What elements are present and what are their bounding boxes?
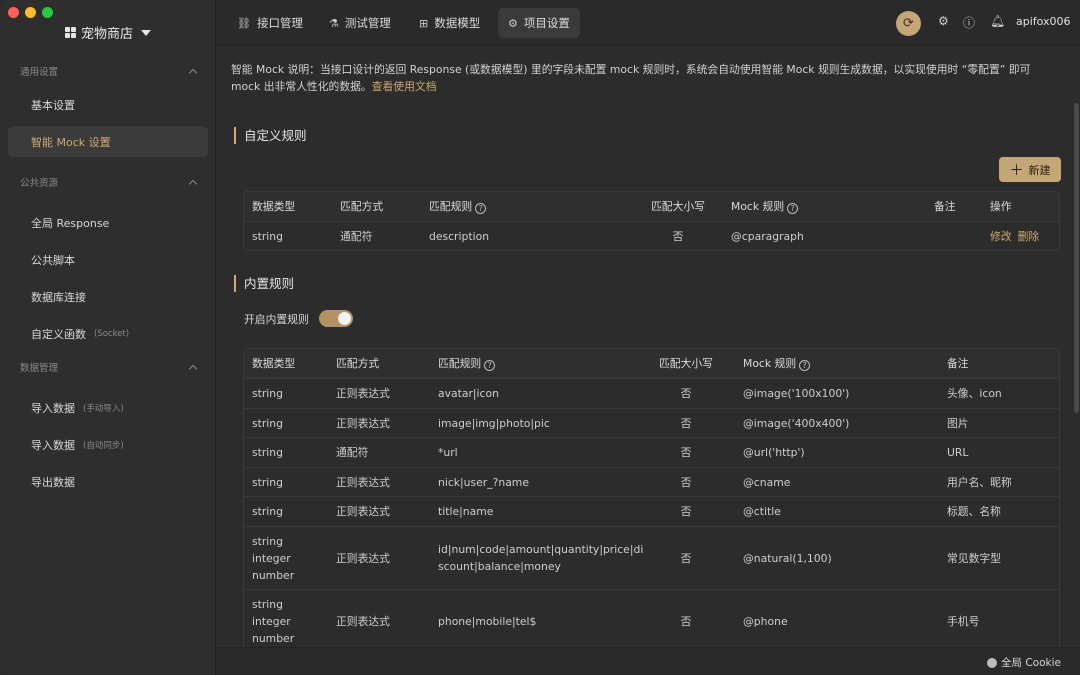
- nav-group-data: 数据管理 导入数据 (手动导入) 导入数据 (自动同步) 导出数据: [0, 357, 216, 497]
- doc-link[interactable]: 查看使用文档: [372, 80, 437, 93]
- tab-api-management[interactable]: ⛓ 接口管理: [227, 8, 313, 38]
- flask-icon: ⚗: [329, 16, 339, 30]
- chevron-up-icon: [188, 179, 198, 189]
- delete-link[interactable]: 删除: [1018, 230, 1040, 243]
- nav-group-public: 公共资源 全局 Response 公共脚本 数据库连接 自定义函数 (Socket…: [0, 172, 216, 349]
- close-window-button[interactable]: [8, 7, 19, 18]
- sync-icon: ⟳: [903, 16, 914, 31]
- group-title[interactable]: 通用设置: [0, 61, 216, 81]
- section-title-builtin: 内置规则: [234, 275, 294, 292]
- builtin-toggle-row: 开启内置规则: [244, 310, 353, 327]
- top-bar: ⛓ 接口管理 ⚗ 测试管理 ⊞ 数据模型 ⚙ 项目设置 ⟳ ⚙ ⓘ 🔔︎ api…: [216, 0, 1080, 46]
- builtin-rules-table: 数据类型 匹配方式 匹配规则? 匹配大小写 Mock 规则? 备注 string…: [243, 348, 1060, 647]
- chevron-up-icon: [188, 68, 198, 78]
- status-bar: 全局 Cookie: [216, 647, 1080, 675]
- scrollbar[interactable]: [1072, 47, 1080, 647]
- sidebar-item-custom-functions[interactable]: 自定义函数 (Socket): [8, 318, 208, 349]
- table-row: string 正则表达式 image|img|photo|pic 否 @imag…: [244, 408, 1059, 437]
- custom-rules-table: 数据类型 匹配方式 匹配规则? 匹配大小写 Mock 规则? 备注 操作 str…: [243, 191, 1060, 251]
- window-controls: [8, 7, 53, 18]
- table-row: string 正则表达式 title|name 否 @ctitle 标题、名称: [244, 496, 1059, 526]
- nav-group-general: 通用设置 基本设置 智能 Mock 设置: [0, 61, 216, 157]
- sidebar-item-import-manual[interactable]: 导入数据 (手动导入): [8, 392, 208, 423]
- sync-button[interactable]: ⟳: [896, 11, 921, 36]
- caret-down-icon: [141, 29, 151, 36]
- help-icon[interactable]: ⓘ: [963, 14, 975, 31]
- table-row: string 通配符 description 否 @cparagraph 修改删…: [244, 221, 1059, 250]
- group-title[interactable]: 公共资源: [0, 172, 216, 192]
- sidebar-item-public-scripts[interactable]: 公共脚本: [8, 244, 208, 275]
- global-cookie-button[interactable]: 全局 Cookie: [987, 655, 1061, 670]
- maximize-window-button[interactable]: [42, 7, 53, 18]
- link-icon: ⛓: [237, 16, 251, 30]
- scrollbar-thumb[interactable]: [1074, 103, 1079, 413]
- grid-icon: [64, 27, 76, 38]
- table-row: string 正则表达式 nick|user_?name 否 @cname 用户…: [244, 467, 1059, 496]
- project-name: 宠物商店: [80, 27, 133, 42]
- sidebar-item-db-connection[interactable]: 数据库连接: [8, 281, 208, 312]
- table-row: string 通配符 *url 否 @url('http') URL: [244, 437, 1059, 467]
- help-icon[interactable]: ?: [475, 203, 487, 214]
- chevron-up-icon: [188, 364, 198, 374]
- smart-mock-description: 智能 Mock 说明：当接口设计的返回 Response (或数据模型) 里的字…: [231, 63, 1031, 93]
- tab-project-settings[interactable]: ⚙ 项目设置: [498, 8, 580, 38]
- sidebar: 宠物商店 通用设置 基本设置 智能 Mock 设置 公共资源 全局 Respon…: [0, 0, 216, 675]
- group-title[interactable]: 数据管理: [0, 357, 216, 377]
- table-row: string integer number 正则表达式 phone|mobile…: [244, 589, 1059, 647]
- minimize-window-button[interactable]: [25, 7, 36, 18]
- model-icon: ⊞: [419, 16, 429, 30]
- table-header: 数据类型 匹配方式 匹配规则? 匹配大小写 Mock 规则? 备注: [244, 349, 1059, 378]
- help-icon[interactable]: ?: [799, 360, 811, 371]
- help-icon[interactable]: ?: [787, 203, 799, 214]
- edit-link[interactable]: 修改: [990, 230, 1012, 243]
- gear-icon: ⚙: [508, 16, 518, 30]
- cookie-icon: [987, 657, 998, 668]
- sidebar-item-export[interactable]: 导出数据: [8, 466, 208, 497]
- builtin-rules-toggle[interactable]: [318, 310, 353, 327]
- main-content: 智能 Mock 说明：当接口设计的返回 Response (或数据模型) 里的字…: [216, 47, 1080, 647]
- sidebar-item-global-response[interactable]: 全局 Response: [8, 207, 208, 238]
- username[interactable]: apifox006: [1016, 15, 1071, 28]
- table-row: string integer number 正则表达式 id|num|code|…: [244, 526, 1059, 589]
- new-rule-button[interactable]: ＋ 新建: [999, 157, 1061, 182]
- sidebar-item-import-auto[interactable]: 导入数据 (自动同步): [8, 429, 208, 460]
- app-window: 宠物商店 通用设置 基本设置 智能 Mock 设置 公共资源 全局 Respon…: [0, 0, 1080, 675]
- plus-icon: ＋: [1009, 162, 1024, 179]
- tab-test-management[interactable]: ⚗ 测试管理: [319, 8, 401, 38]
- sidebar-item-smart-mock[interactable]: 智能 Mock 设置: [8, 126, 208, 157]
- help-icon[interactable]: ?: [484, 360, 496, 371]
- tab-data-model[interactable]: ⊞ 数据模型: [409, 8, 490, 38]
- sidebar-item-basic-settings[interactable]: 基本设置: [8, 89, 208, 120]
- table-header: 数据类型 匹配方式 匹配规则? 匹配大小写 Mock 规则? 备注 操作: [244, 192, 1059, 221]
- bell-icon[interactable]: 🔔︎: [990, 14, 1005, 28]
- section-title-custom: 自定义规则: [234, 127, 307, 144]
- settings-icon[interactable]: ⚙: [938, 14, 949, 28]
- project-switcher[interactable]: 宠物商店: [0, 23, 216, 42]
- table-row: string 正则表达式 avatar|icon 否 @image('100x1…: [244, 378, 1059, 408]
